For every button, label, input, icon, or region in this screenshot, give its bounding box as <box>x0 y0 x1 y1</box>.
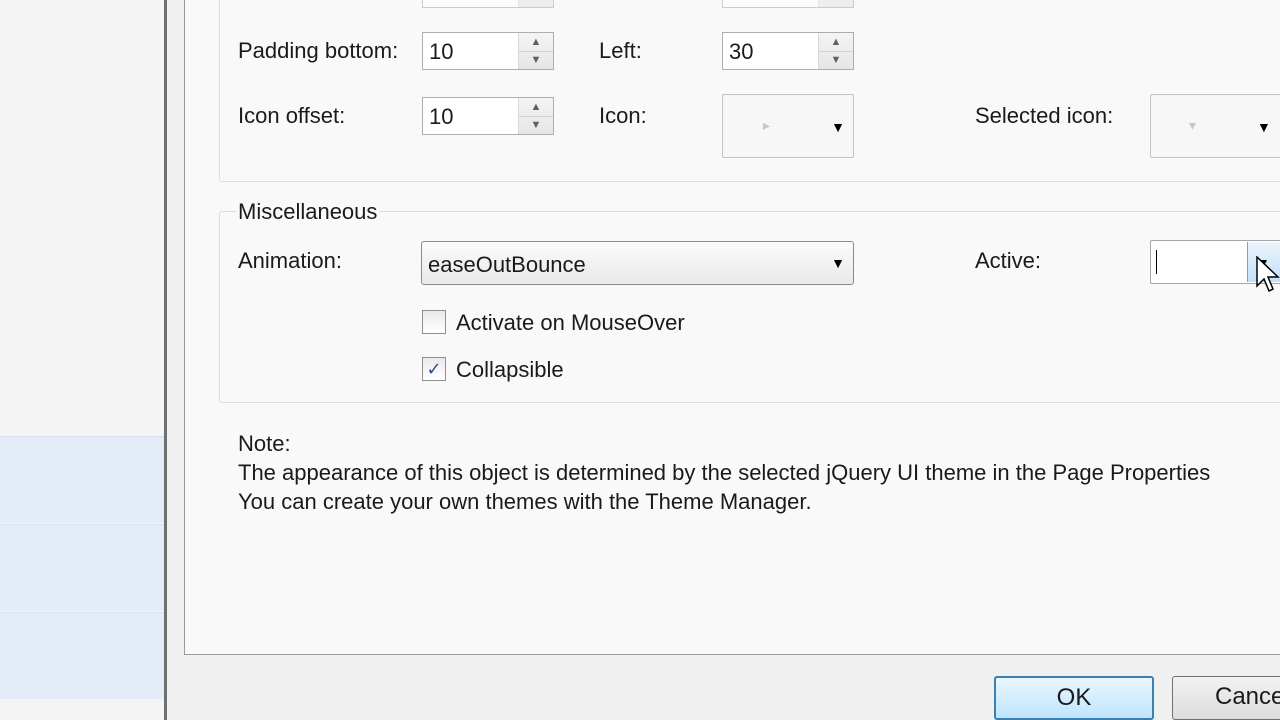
left-stepper[interactable]: 30 ▲ ▼ <box>722 32 854 70</box>
note-heading: Note: <box>238 431 291 456</box>
icon-label: Icon: <box>599 103 647 128</box>
hidden-spin-box[interactable] <box>422 0 554 8</box>
dialog-frame <box>167 0 184 720</box>
background-window-list <box>0 0 164 720</box>
animation-value: easeOutBounce <box>428 252 586 277</box>
selected-icon-label: Selected icon: <box>975 103 1114 128</box>
dropdown-arrow-icon[interactable]: ▼ <box>831 255 845 271</box>
mouse-cursor-icon <box>1256 256 1280 293</box>
left-label: Left: <box>599 38 642 63</box>
note-line-2: You can create your own themes with the … <box>238 489 812 514</box>
list-item[interactable] <box>0 436 164 523</box>
icon-offset-stepper[interactable]: 10 ▲ ▼ <box>422 97 554 135</box>
note-line-1: The appearance of this object is determi… <box>238 460 1211 485</box>
padding-bottom-value[interactable]: 10 <box>429 39 453 65</box>
active-label: Active: <box>975 248 1042 273</box>
padding-bottom-label: Padding bottom: <box>238 38 399 63</box>
dropdown-arrow-icon[interactable]: ▼ <box>831 119 845 135</box>
spin-down-icon[interactable]: ▼ <box>519 51 553 69</box>
misc-group-box <box>219 211 1280 403</box>
spin-up-icon[interactable]: ▲ <box>519 98 553 117</box>
spin-down-icon[interactable]: ▼ <box>519 116 553 134</box>
spin-up-icon[interactable]: ▲ <box>519 33 553 52</box>
list-item[interactable] <box>0 524 164 611</box>
check-icon: ✓ <box>426 359 442 379</box>
collapsible-label[interactable]: Collapsible <box>456 357 564 383</box>
text-caret <box>1156 250 1157 274</box>
spin-up-icon[interactable]: ▲ <box>819 33 853 52</box>
list-item[interactable] <box>0 612 164 699</box>
selected-icon-dropdown[interactable]: ▾ ▼ <box>1150 94 1280 158</box>
animation-label: Animation: <box>238 248 342 273</box>
cancel-button[interactable]: Cance <box>1172 676 1280 720</box>
hidden-spin-box[interactable] <box>722 0 854 8</box>
stepper-buttons: ▲ ▼ <box>518 33 553 69</box>
activate-on-mouseover-label[interactable]: Activate on MouseOver <box>456 310 685 336</box>
ok-button[interactable]: OK <box>994 676 1154 720</box>
spin-down-icon[interactable]: ▼ <box>819 51 853 69</box>
left-value[interactable]: 30 <box>729 39 753 65</box>
collapsible-checkbox[interactable]: ✓ <box>422 357 446 381</box>
icon-dropdown[interactable]: ▸ ▼ <box>722 94 854 158</box>
activate-on-mouseover-checkbox[interactable] <box>422 310 446 334</box>
stepper-buttons: ▲ ▼ <box>518 98 553 134</box>
icon-offset-label: Icon offset: <box>238 103 346 128</box>
icon-offset-value[interactable]: 10 <box>429 104 453 130</box>
tab-content-panel: Padding bottom: 10 ▲ ▼ Left: 30 ▲ ▼ Icon… <box>184 0 1280 655</box>
padding-bottom-stepper[interactable]: 10 ▲ ▼ <box>422 32 554 70</box>
animation-dropdown[interactable]: easeOutBounce ▼ <box>421 241 854 285</box>
stepper-buttons: ▲ ▼ <box>818 33 853 69</box>
misc-group-legend: Miscellaneous <box>236 199 380 225</box>
icon-preview-icon: ▸ <box>763 117 771 133</box>
dropdown-arrow-icon[interactable]: ▼ <box>1257 119 1271 135</box>
selected-icon-preview-icon: ▾ <box>1189 117 1197 133</box>
